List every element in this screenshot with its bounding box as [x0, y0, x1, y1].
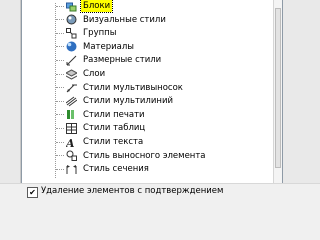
tree-item-label: Стиль сечения	[83, 164, 149, 175]
tree-item-section-view-style[interactable]: Стиль сечения	[56, 162, 151, 176]
dimension-styles-icon	[66, 55, 77, 66]
tree-branch	[56, 59, 64, 61]
options-bar: ✔ Удаление элементов с подтверждением	[0, 183, 320, 201]
tree-branch	[56, 114, 64, 116]
tree-item-label: Стили мультивыносок	[83, 82, 183, 93]
tree-branch	[56, 19, 64, 21]
text-styles-icon: A	[65, 137, 77, 150]
tree-item-layers[interactable]: Слои	[56, 67, 107, 81]
window-frame-left	[0, 0, 21, 183]
tree-item-label: Стили печати	[83, 109, 145, 120]
purge-tree-view[interactable]: Блоки Визуальные стили Группы Материалы Разм…	[21, 0, 283, 184]
tree-item-table-styles[interactable]: Стили таблиц	[56, 121, 147, 135]
tree-item-label: Стили текста	[83, 137, 144, 147]
tree-item-plot-styles[interactable]: Стили печати	[56, 108, 147, 122]
tree-branch	[56, 141, 64, 143]
section-view-style-icon	[66, 164, 77, 175]
tree-branch	[56, 168, 64, 170]
tree-item-text-styles[interactable]: A Стили текста	[56, 135, 145, 150]
tree-branch	[56, 100, 64, 102]
tree-branch	[56, 5, 64, 7]
tree-item-label: Стили мультилиний	[83, 96, 173, 107]
tree-item-label: Визуальные стили	[83, 14, 166, 25]
tree-item-label: Стили таблиц	[83, 123, 146, 134]
tree-item-detail-view-style[interactable]: Стиль выносного элемента	[56, 149, 208, 163]
tree-item-groups[interactable]: Группы	[56, 26, 118, 40]
multileader-styles-icon	[66, 82, 77, 93]
scrollbar-thumb[interactable]	[275, 8, 281, 168]
tree-branch	[56, 87, 64, 89]
tree-branch	[56, 32, 64, 34]
tree-item-label: Материалы	[83, 41, 134, 52]
tree-item-label: Группы	[83, 28, 117, 39]
tree-item-multileader-styles[interactable]: Стили мультивыносок	[56, 81, 185, 95]
groups-icon	[66, 27, 77, 39]
multiline-styles-icon	[65, 96, 78, 107]
layers-icon	[64, 68, 79, 80]
tree-item-blocks[interactable]: Блоки	[56, 0, 114, 13]
confirm-delete-label: Удаление элементов с подтверждением	[41, 186, 224, 196]
tree-item-label: Размерные стили	[83, 55, 162, 66]
detail-view-style-icon	[66, 150, 77, 162]
tree-item-label: Стиль выносного элемента	[83, 150, 206, 161]
table-styles-icon	[66, 122, 77, 134]
tree-item-visual-styles[interactable]: Визуальные стили	[56, 13, 168, 27]
tree-item-label: Слои	[83, 69, 106, 79]
tree-branch	[56, 155, 64, 157]
blocks-icon	[66, 1, 77, 12]
tree-item-materials[interactable]: Материалы	[56, 40, 136, 54]
tree-item-dimension-styles[interactable]: Размерные стили	[56, 53, 163, 67]
tree-item-multiline-styles[interactable]: Стили мультилиний	[56, 94, 175, 108]
visual-styles-icon	[66, 14, 77, 25]
svg-text:A: A	[66, 137, 75, 148]
tree-branch	[56, 127, 64, 129]
materials-icon	[66, 41, 77, 52]
confirm-delete-checkbox[interactable]: ✔	[27, 187, 38, 198]
vertical-scrollbar[interactable]	[273, 0, 282, 183]
window-frame-right	[281, 0, 320, 183]
plot-styles-icon	[66, 109, 77, 120]
tree-branch	[56, 46, 64, 48]
tree-item-label: Блоки	[79, 0, 114, 13]
tree-branch	[56, 73, 64, 75]
